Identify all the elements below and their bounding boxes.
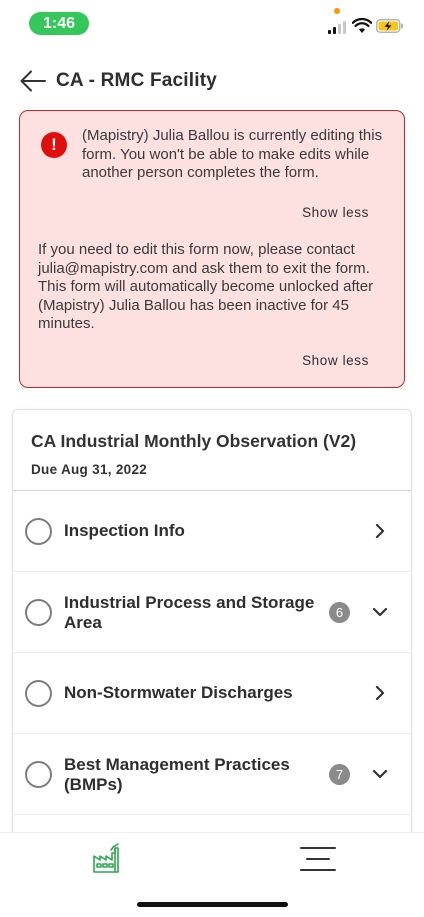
completion-radio[interactable] bbox=[25, 599, 52, 626]
section-label: Best Management Practices (BMPs) bbox=[64, 755, 290, 794]
show-less-button[interactable]: Show less bbox=[302, 205, 369, 220]
status-bar: 1:46 bbox=[0, 0, 424, 46]
section-label: Non-Stormwater Discharges bbox=[64, 683, 293, 702]
form-title: CA Industrial Monthly Observation (V2) bbox=[31, 431, 357, 451]
completion-radio[interactable] bbox=[25, 680, 52, 707]
form-due-date: Due Aug 31, 2022 bbox=[31, 462, 148, 477]
question-count-badge: 7 bbox=[329, 764, 350, 785]
menu-icon[interactable] bbox=[299, 845, 337, 873]
home-indicator[interactable] bbox=[137, 902, 288, 907]
battery-charging-icon bbox=[376, 19, 403, 33]
cellular-signal-icon bbox=[328, 20, 348, 34]
completion-radio[interactable] bbox=[25, 518, 52, 545]
chevron-down-icon[interactable] bbox=[372, 766, 388, 782]
section-label: Inspection Info bbox=[64, 521, 185, 540]
alert-details: If you need to edit this form now, pleas… bbox=[38, 241, 374, 332]
form-section-inspection-info[interactable]: Inspection Info bbox=[13, 491, 411, 572]
chevron-right-icon[interactable] bbox=[372, 685, 388, 701]
show-less-button[interactable]: Show less bbox=[302, 353, 369, 368]
question-count-badge: 6 bbox=[329, 602, 350, 623]
status-time: 1:46 bbox=[29, 12, 89, 35]
form-card: CA Industrial Monthly Observation (V2) D… bbox=[12, 409, 412, 849]
arrow-left-icon[interactable] bbox=[18, 66, 48, 96]
chevron-down-icon[interactable] bbox=[372, 604, 388, 620]
form-section-bmps[interactable]: Best Management Practices (BMPs) 7 bbox=[13, 734, 411, 815]
chevron-right-icon[interactable] bbox=[372, 523, 388, 539]
exclamation-icon: ! bbox=[41, 132, 67, 158]
page-header: CA - RMC Facility bbox=[0, 62, 424, 100]
form-section-non-stormwater[interactable]: Non-Stormwater Discharges bbox=[13, 653, 411, 734]
form-section-industrial-process[interactable]: Industrial Process and Storage Area 6 bbox=[13, 572, 411, 653]
alert-message: (Mapistry) Julia Ballou is currently edi… bbox=[82, 127, 383, 181]
page-title: CA - RMC Facility bbox=[56, 70, 218, 91]
factory-icon[interactable] bbox=[91, 843, 123, 875]
privacy-indicator-dot bbox=[334, 8, 340, 14]
completion-radio[interactable] bbox=[25, 761, 52, 788]
editing-lock-alert: ! (Mapistry) Julia Ballou is currently e… bbox=[19, 110, 405, 388]
wifi-icon bbox=[352, 18, 372, 33]
bottom-nav bbox=[0, 832, 424, 892]
section-label: Industrial Process and Storage Area bbox=[64, 593, 315, 632]
